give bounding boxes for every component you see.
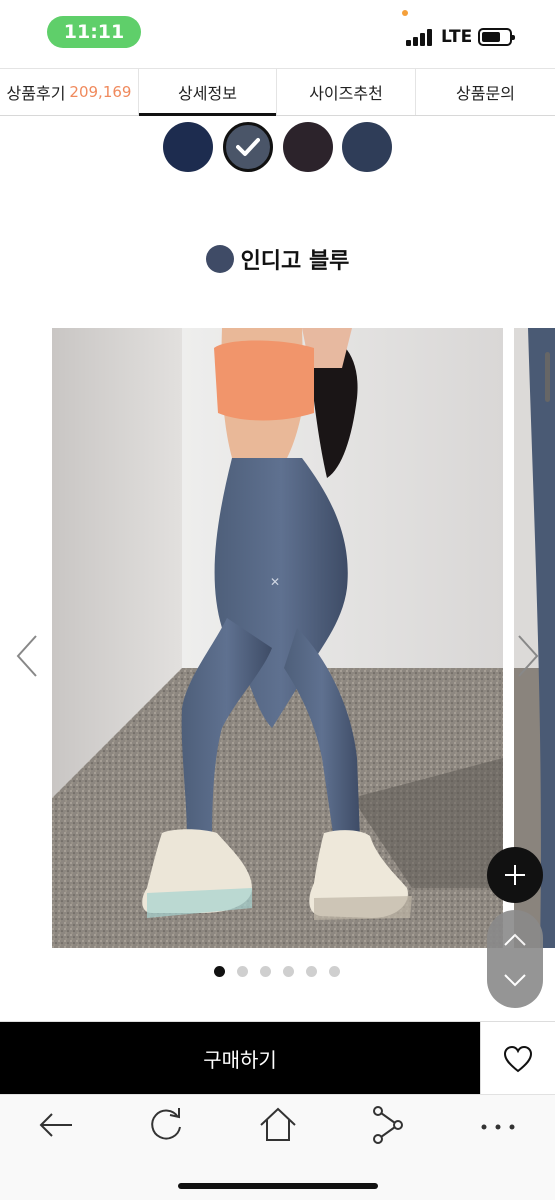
- tab-size-label: 사이즈추천: [309, 84, 383, 103]
- gallery-next-arrow-icon[interactable]: [515, 634, 541, 678]
- selected-color-name: 인디고 블루: [240, 249, 350, 274]
- color-swatch[interactable]: [163, 122, 213, 172]
- tab-size-recommend[interactable]: 사이즈추천: [277, 69, 416, 115]
- color-swatch-selected[interactable]: [223, 122, 273, 172]
- tab-reviews[interactable]: 상품후기 209,169: [0, 69, 139, 115]
- privacy-indicator-dot: [402, 10, 408, 16]
- signal-icon: [406, 28, 436, 46]
- network-label: LTE: [441, 27, 473, 47]
- svg-text:✕: ✕: [270, 575, 280, 589]
- product-tabs: 상품후기 209,169 상세정보 사이즈추천 상품문의: [0, 68, 555, 116]
- add-floating-button[interactable]: [487, 847, 543, 903]
- check-icon: [236, 138, 260, 156]
- pagination-dot[interactable]: [260, 966, 271, 977]
- color-swatch[interactable]: [342, 122, 392, 172]
- pagination-dot[interactable]: [306, 966, 317, 977]
- product-photo[interactable]: ✕: [52, 328, 503, 948]
- back-arrow-icon[interactable]: [36, 1105, 76, 1145]
- buy-button[interactable]: 구매하기: [0, 1022, 480, 1095]
- gallery-pagination: [0, 966, 555, 980]
- pagination-dot[interactable]: [283, 966, 294, 977]
- gallery-prev-arrow-icon[interactable]: [14, 634, 40, 678]
- product-photo-illustration: ✕: [52, 328, 503, 948]
- heart-icon: [503, 1045, 533, 1072]
- share-icon[interactable]: [368, 1105, 408, 1145]
- selected-color-label: 인디고 블루: [0, 243, 555, 275]
- scroll-up-icon[interactable]: [503, 932, 527, 948]
- selected-color-dot: [205, 245, 234, 273]
- wishlist-button[interactable]: [480, 1022, 555, 1095]
- purchase-bar: 구매하기: [0, 1021, 555, 1095]
- pagination-dot[interactable]: [237, 966, 248, 977]
- tab-inquiry[interactable]: 상품문의: [416, 69, 555, 115]
- status-bar: 11:11 LTE: [0, 0, 555, 66]
- tab-details[interactable]: 상세정보: [139, 69, 277, 116]
- page-scroll-thumb[interactable]: [545, 352, 550, 402]
- refresh-icon[interactable]: [146, 1105, 186, 1145]
- tab-inquiry-label: 상품문의: [456, 84, 515, 103]
- tab-details-label: 상세정보: [178, 84, 237, 103]
- status-time: 11:11: [47, 16, 141, 48]
- more-icon[interactable]: [478, 1105, 518, 1145]
- battery-icon: [478, 28, 515, 46]
- scroll-buttons: [487, 910, 543, 1008]
- home-indicator: [178, 1183, 378, 1189]
- pagination-dot[interactable]: [329, 966, 340, 977]
- scroll-down-icon[interactable]: [503, 972, 527, 988]
- tab-reviews-label: 상품후기: [6, 84, 66, 103]
- color-swatches: [0, 122, 555, 174]
- color-swatch[interactable]: [283, 122, 333, 172]
- home-icon[interactable]: [258, 1105, 298, 1145]
- pagination-dot[interactable]: [214, 966, 225, 977]
- review-count: 209,169: [69, 83, 132, 101]
